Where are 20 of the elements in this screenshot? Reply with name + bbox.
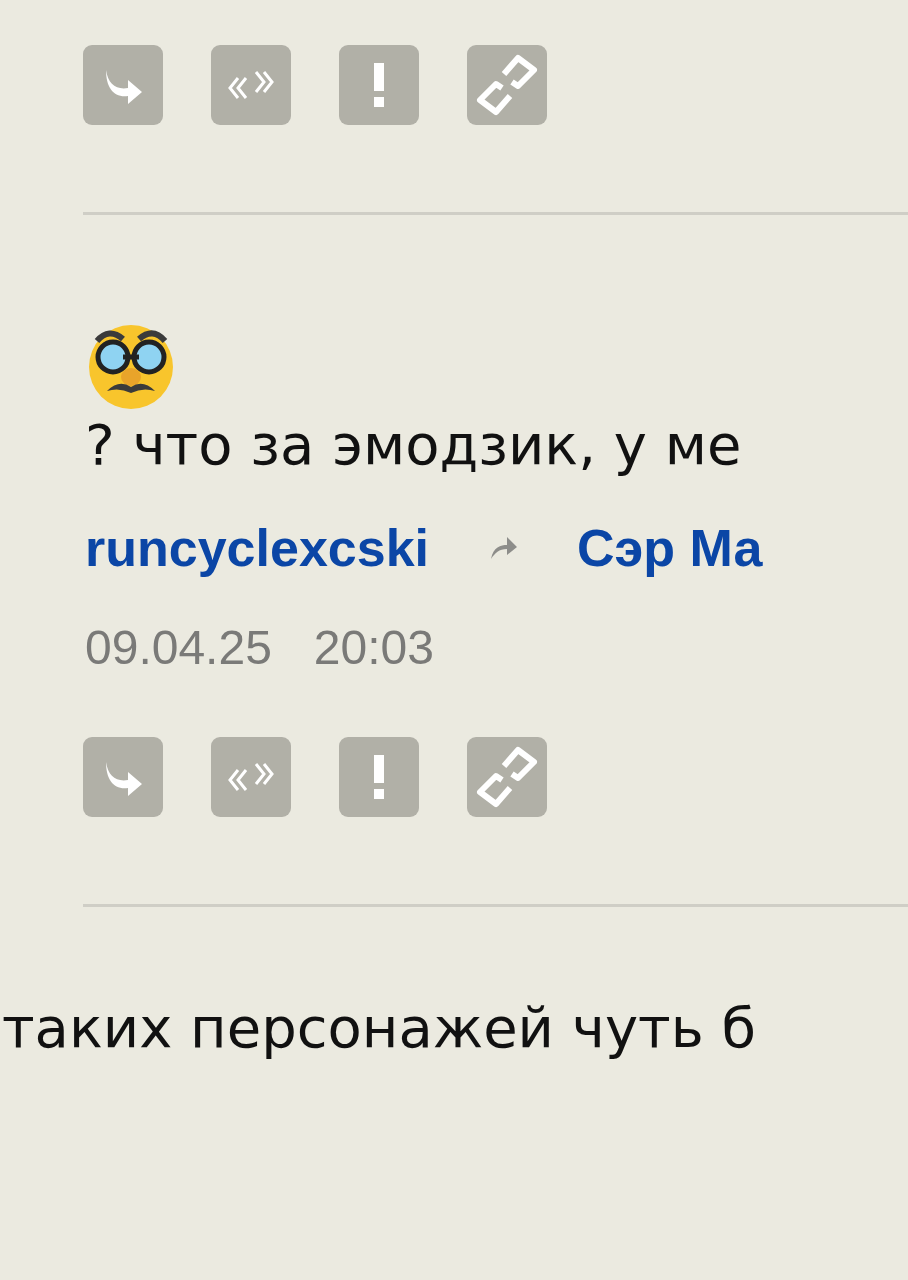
post-time: 20:03: [313, 620, 434, 676]
action-button[interactable]: [83, 737, 163, 818]
post-date: 09.04.25: [85, 620, 272, 676]
exclamation-icon: [373, 755, 385, 800]
action-button[interactable]: [339, 45, 419, 125]
post-text: таких персонажей чуть б: [1, 995, 757, 1061]
author-link[interactable]: runcyclexcski: [85, 518, 430, 579]
action-button[interactable]: [211, 737, 291, 818]
chain-link-icon: [474, 52, 540, 118]
action-button[interactable]: [83, 45, 163, 125]
post-text: ? что за эмодзик, у ме: [85, 411, 742, 479]
action-button[interactable]: [339, 737, 419, 818]
action-button[interactable]: [211, 45, 291, 125]
reply-arrow-icon: [491, 537, 518, 560]
action-button[interactable]: [467, 45, 547, 125]
recipient-link[interactable]: Сэр Ма: [577, 518, 763, 579]
quote-marks-icon: [226, 762, 276, 793]
quote-marks-icon: [226, 70, 276, 100]
action-button[interactable]: [467, 737, 547, 818]
exclamation-icon: [373, 63, 385, 107]
